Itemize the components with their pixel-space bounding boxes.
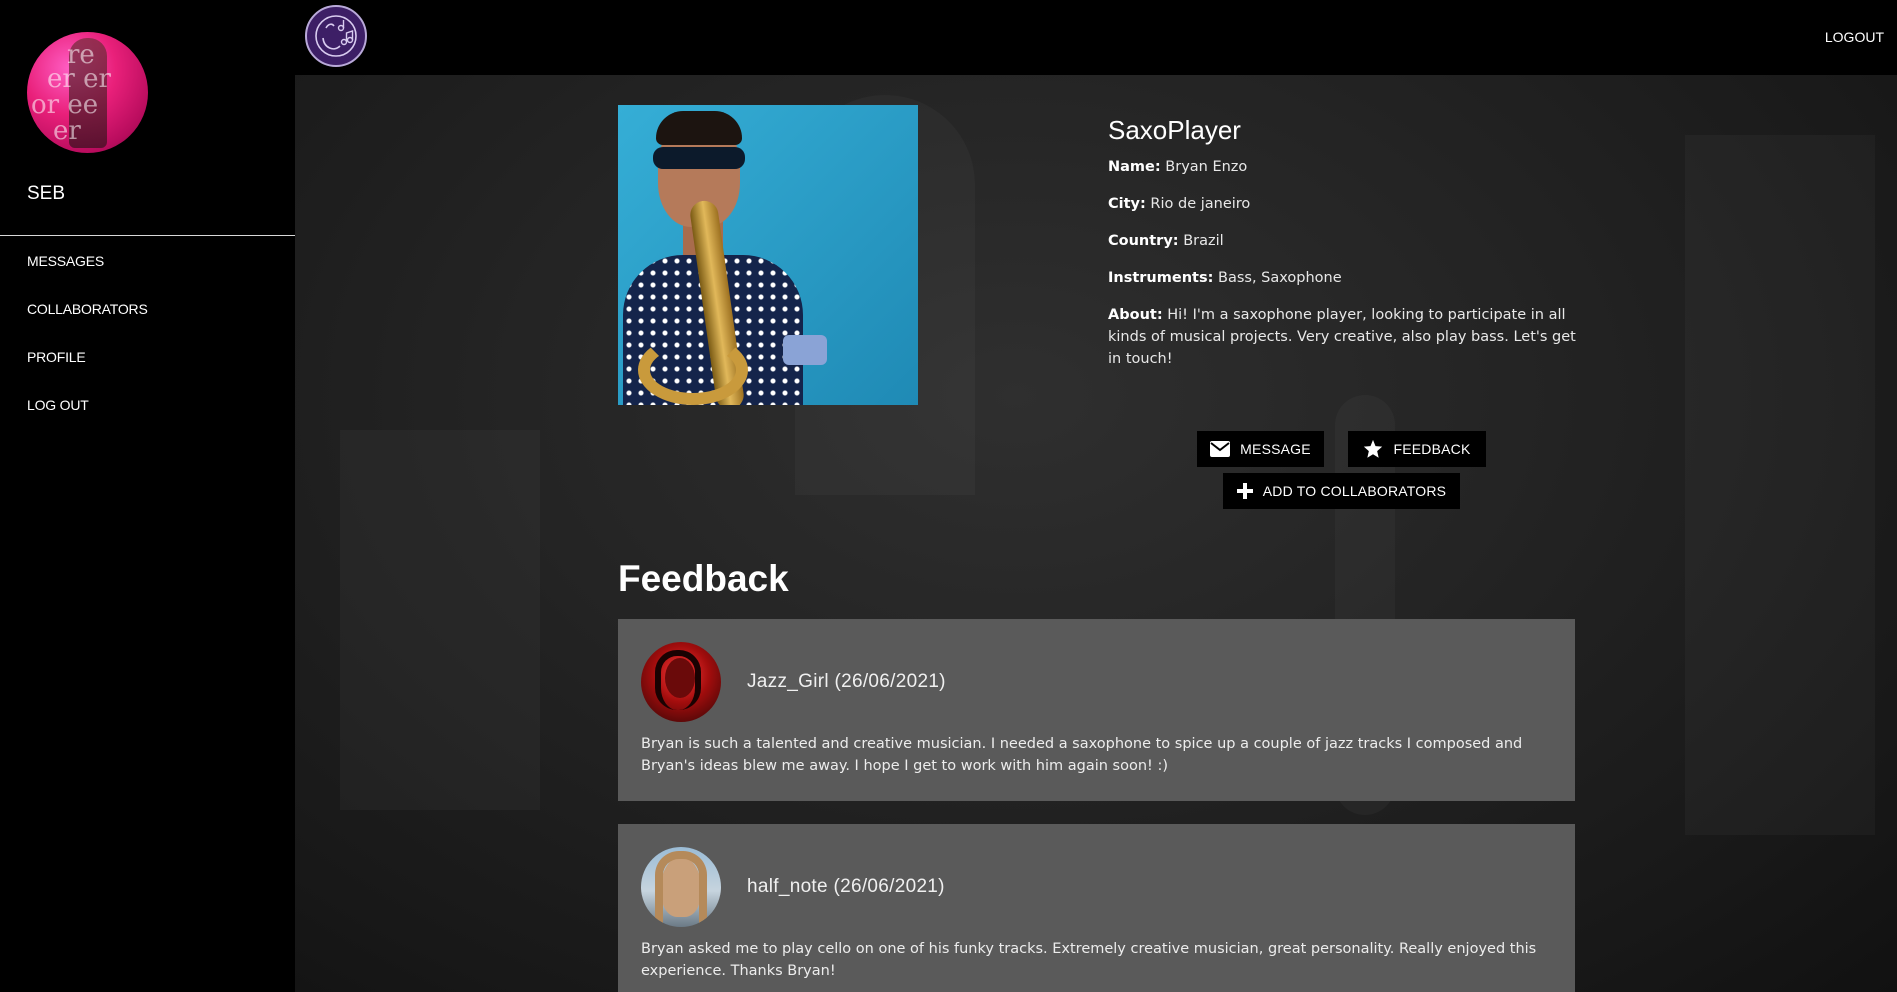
feedback-button[interactable]: FEEDBACK [1348, 431, 1486, 467]
sidebar-item-logout[interactable]: LOG OUT [27, 394, 148, 442]
plus-icon [1236, 483, 1253, 499]
profile-about-row: About: Hi! I'm a saxophone player, looki… [1108, 307, 1576, 367]
logout-link[interactable]: LOGOUT [1825, 29, 1884, 45]
profile-info: SaxoPlayer Name: Bryan Enzo City: Rio de… [1108, 115, 1578, 385]
feedback-author-avatar[interactable] [641, 847, 721, 927]
feedback-card: Jazz_Girl (26/06/2021) Bryan is such a t… [618, 619, 1575, 801]
sidebar-username: SEB [27, 183, 66, 204]
feedback-title: Feedback [618, 558, 789, 599]
main-content: SaxoPlayer Name: Bryan Enzo City: Rio de… [295, 75, 1897, 992]
profile-username: SaxoPlayer [1108, 115, 1241, 145]
feedback-author: half_note (26/06/2021) [747, 876, 945, 897]
user-avatar[interactable]: re er er or ee er [27, 32, 148, 153]
bg-keyboard-shape [340, 430, 540, 810]
music-notes-icon[interactable] [305, 5, 367, 67]
feedback-author: Jazz_Girl (26/06/2021) [747, 671, 946, 692]
sidebar-nav: MESSAGES COLLABORATORS PROFILE LOG OUT [27, 250, 148, 442]
sidebar-item-profile[interactable]: PROFILE [27, 346, 148, 394]
sidebar-item-messages[interactable]: MESSAGES [27, 250, 148, 298]
profile-instruments-row: Instruments: Bass, Saxophone [1108, 270, 1342, 286]
add-to-collaborators-button[interactable]: ADD TO COLLABORATORS [1223, 473, 1460, 509]
profile-city-row: City: Rio de janeiro [1108, 196, 1251, 212]
profile-country-row: Country: Brazil [1108, 233, 1224, 249]
sidebar-divider [0, 235, 295, 236]
feedback-text: Bryan asked me to play cello on one of h… [641, 941, 1537, 979]
feedback-text: Bryan is such a talented and creative mu… [641, 736, 1523, 774]
feedback-author-avatar[interactable] [641, 642, 721, 722]
envelope-icon [1210, 441, 1231, 457]
profile-photo [618, 105, 918, 405]
bg-shelf-shape [1685, 135, 1875, 835]
sidebar: re er er or ee er SEB MESSAGES COLLABORA… [0, 0, 295, 992]
sidebar-item-collaborators[interactable]: COLLABORATORS [27, 298, 148, 346]
message-button[interactable]: MESSAGE [1197, 431, 1324, 467]
top-bar: LOGOUT [295, 0, 1897, 75]
star-icon [1364, 439, 1383, 458]
profile-name-row: Name: Bryan Enzo [1108, 159, 1248, 175]
feedback-card: half_note (26/06/2021) Bryan asked me to… [618, 824, 1575, 992]
